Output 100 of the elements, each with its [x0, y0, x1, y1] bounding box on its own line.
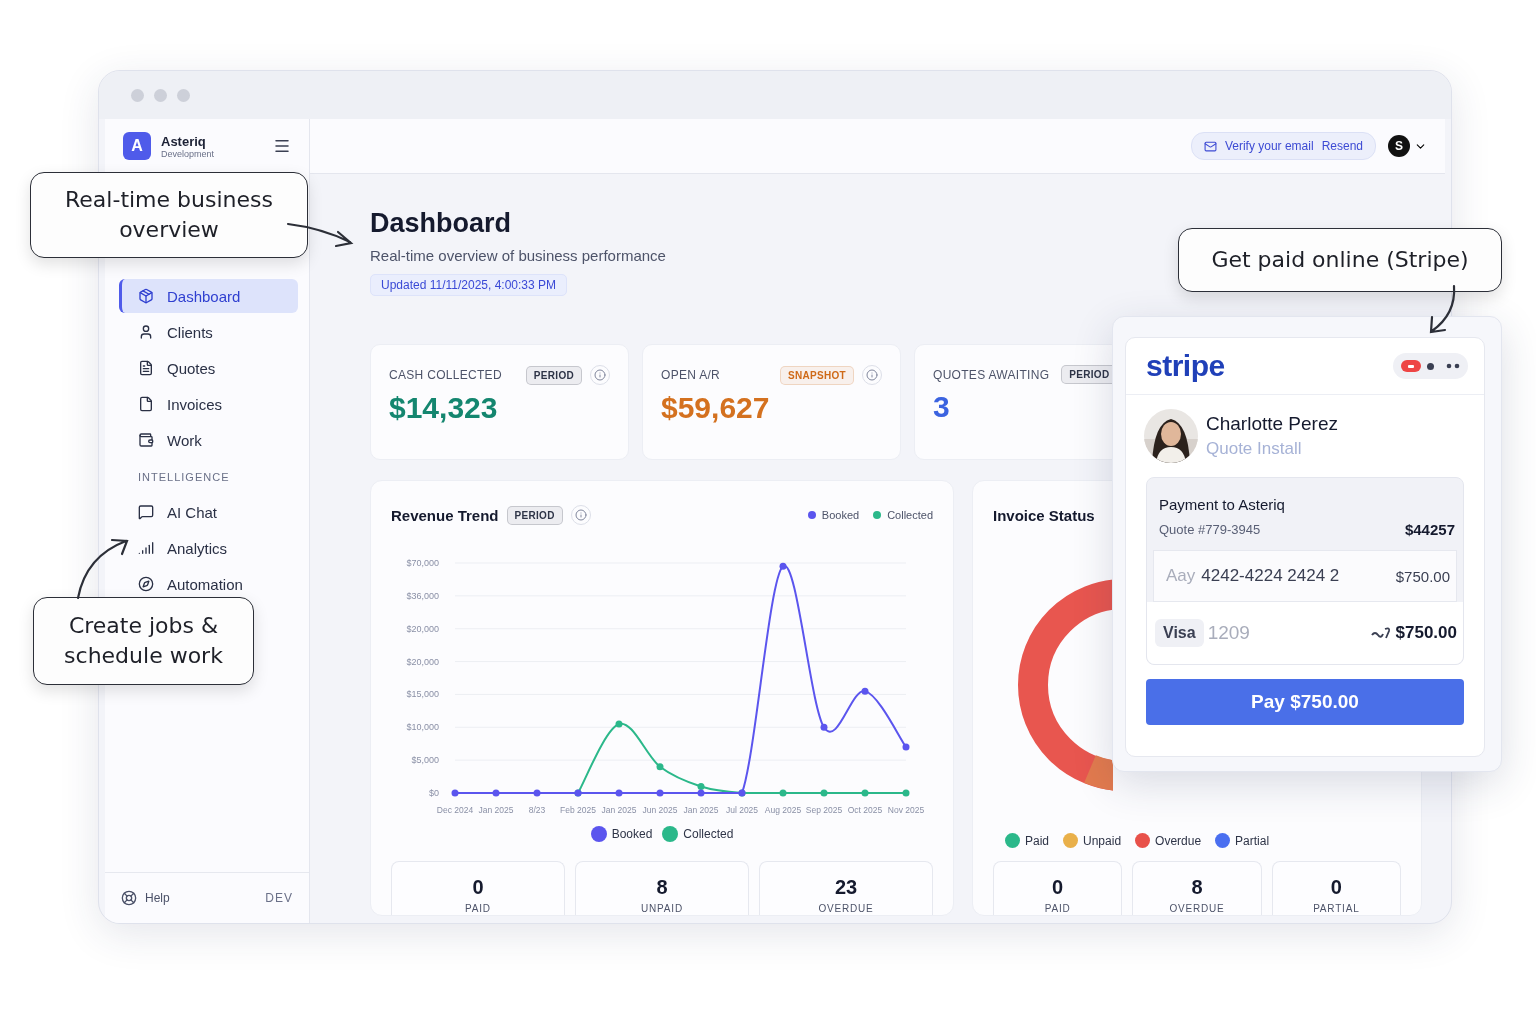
x-tick-label: Jul 2025 [725, 805, 759, 815]
period-tag: PERIOD [506, 505, 563, 525]
x-tick-label: Jan 2025 [478, 805, 514, 815]
legend-item: Overdue [1135, 833, 1202, 848]
sidebar-item[interactable]: Analytics [119, 535, 298, 561]
quote-number: Quote #779-3945 [1159, 522, 1261, 537]
data-point [820, 789, 828, 797]
stat-value: 0 [1330, 876, 1342, 899]
data-point [902, 743, 910, 751]
legend-item: Unpaid [1063, 833, 1122, 848]
stat-label: PARTIAL [1313, 903, 1360, 914]
kpi-tag: PERIOD [525, 365, 582, 385]
sidebar-item[interactable]: Invoices [119, 391, 298, 417]
window-dot [177, 88, 190, 102]
environment-label: DEV [265, 891, 293, 905]
y-axis-label: $36,000 [406, 590, 439, 601]
chat-icon [138, 504, 154, 520]
record-icon [1401, 360, 1421, 372]
payment-amount: $44257 [1404, 521, 1455, 538]
y-axis-label: $20,000 [406, 623, 439, 634]
user-icon [138, 324, 154, 340]
x-tick-label: Jan 2025 [683, 805, 719, 815]
data-point [533, 789, 541, 797]
sidebar-item[interactable]: Automation [119, 571, 298, 597]
sidebar-item[interactable]: AI Chat [119, 499, 298, 525]
legend-dot [590, 826, 607, 842]
legend-item: Collected [662, 826, 734, 842]
x-tick-label: Oct 2025 [847, 805, 883, 815]
pay-button[interactable]: Pay $750.00 [1146, 679, 1464, 725]
card-title: Revenue Trend [391, 506, 499, 524]
stat-value: 8 [1191, 876, 1203, 899]
kpi-label: QUOTES AWAITING [933, 367, 1050, 382]
data-point [779, 789, 787, 797]
data-point [820, 723, 828, 731]
card-last-digits: 1209 [1207, 622, 1250, 644]
data-point [656, 789, 664, 797]
data-point [779, 562, 787, 570]
x-tick-label: Feb 2025 [560, 805, 596, 815]
y-tick-label: $20,000 [406, 656, 439, 667]
compass-icon [138, 576, 154, 592]
customer-name: Charlotte Perez [1206, 413, 1338, 435]
callout-text: Real-time business overview [64, 186, 274, 244]
legend-item: Partial [1215, 833, 1270, 848]
sidebar-item[interactable]: Dashboard [119, 279, 298, 313]
kpi-value: $14,323 [389, 391, 499, 425]
document-icon [138, 360, 154, 376]
x-tick-label: Jan 2025 [601, 805, 637, 815]
stat-label: PAID [1044, 903, 1071, 914]
y-tick-label: $10,000 [406, 722, 439, 733]
y-axis-label: $70,000 [406, 558, 439, 568]
saved-card-row[interactable]: Visa 1209 $750.00 [1147, 602, 1463, 664]
sidebar-item[interactable]: Clients [119, 319, 298, 345]
status-pill[interactable] [1393, 353, 1468, 379]
status-dot [1427, 362, 1434, 370]
kpi-value: 3 [933, 390, 951, 424]
y-tick-label: $15,000 [406, 689, 439, 700]
x-tick-label: Dec 2024 [436, 805, 474, 815]
account-menu[interactable]: S [1388, 135, 1427, 157]
x-tick-label: 8/23 [528, 805, 546, 815]
mail-icon [1203, 139, 1217, 153]
stat-label: UNPAID [641, 903, 683, 914]
resend-link[interactable]: Resend [1321, 139, 1363, 153]
kpi-value: $59,627 [661, 391, 771, 425]
x-tick-label: Jun 2025 [642, 805, 678, 815]
customer-subtitle: Quote Install [1206, 439, 1303, 459]
stat-label: OVERDUE [1169, 903, 1225, 914]
kpi-label: CASH COLLECTED [389, 368, 503, 382]
data-point [902, 789, 910, 797]
y-tick-label: $0 [429, 788, 439, 798]
card-brand: Visa [1155, 619, 1204, 647]
avatar: S [1388, 135, 1410, 157]
payment-title: Payment to Asteriq [1158, 495, 1286, 513]
squiggle-icon [1369, 626, 1392, 640]
help-link[interactable]: Help [145, 891, 170, 905]
x-tick-label: Nov 2025 [887, 805, 925, 815]
stat-label: OVERDUE [818, 903, 874, 914]
page-subtitle: Real-time overview of business performance [370, 247, 666, 264]
more-icon[interactable] [1446, 363, 1460, 369]
verify-email-text: Verify your email [1224, 139, 1314, 153]
signal-bars-icon [138, 540, 154, 556]
page-title: Dashboard [370, 208, 512, 239]
stat-value: 23 [834, 876, 858, 899]
callout-text: Create jobs & schedule work [63, 612, 224, 670]
legend-item: Booked [807, 509, 860, 521]
stat-value: 0 [1052, 876, 1064, 899]
help-icon[interactable] [121, 890, 137, 906]
y-tick-label: $5,000 [411, 755, 439, 766]
data-point [615, 789, 623, 797]
callout-text: Get paid online (Stripe) [1211, 246, 1469, 275]
updated-timestamp: Updated 11/11/2025, 4:00:33 PM [370, 274, 568, 296]
kpi-label: OPEN A/R [661, 368, 722, 382]
data-point [861, 687, 869, 695]
legend-item: Paid [1005, 833, 1050, 848]
x-tick-label: Sep 2025 [805, 805, 843, 815]
wallet-icon [138, 432, 154, 448]
sidebar-item[interactable]: Quotes [119, 355, 298, 381]
data-point [656, 763, 664, 771]
sidebar-item[interactable]: Work [119, 427, 298, 453]
menu-icon[interactable] [273, 137, 291, 155]
card-number-field[interactable]: Aay 4242-4224 2424 2 $750.00 [1153, 550, 1457, 602]
